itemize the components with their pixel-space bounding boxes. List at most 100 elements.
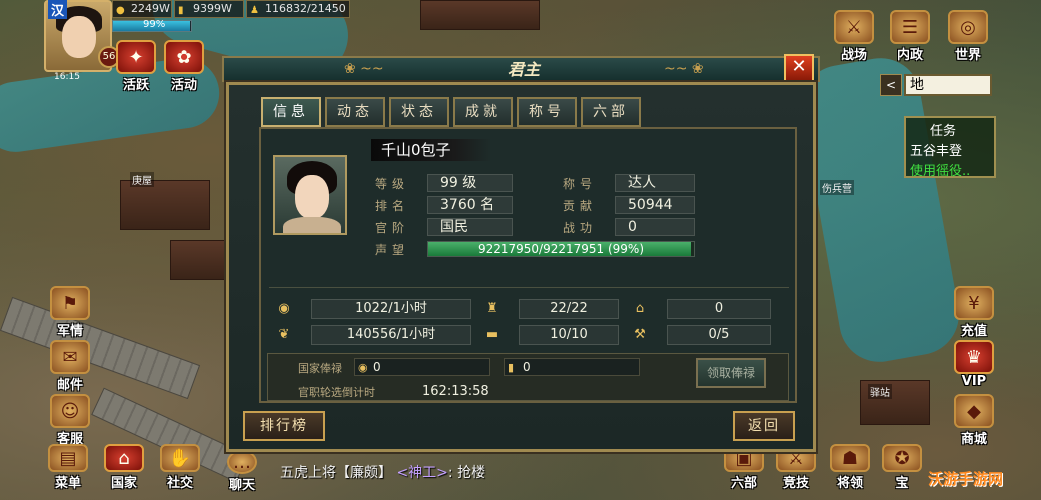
info-panel: 千山0包子 等级 99 级 排名 3760 名 官阶 国民 称号 达人 贡献 5… (259, 127, 797, 403)
grain-rate: 140556/1小时 (311, 325, 471, 345)
vip-button[interactable]: ♛ VIP (950, 340, 998, 389)
dialog-title: 君主 (507, 60, 540, 79)
tab-titles[interactable]: 称号 (517, 97, 577, 127)
tab-status[interactable]: 状态 (389, 97, 449, 127)
combat-value: 0 (615, 218, 695, 236)
scroll-count: 10/10 (519, 325, 619, 345)
collect-salary-button[interactable]: 领取俸禄 (696, 358, 766, 388)
lord-portrait (273, 155, 347, 235)
domestic-label: 内政 (896, 48, 923, 63)
scroll-icon: ▤ (48, 444, 88, 472)
customer-service-button[interactable]: ☺ 客服 (46, 394, 94, 447)
soldier-icon: ♜ (486, 301, 498, 316)
map-label[interactable]: 庚屋 (130, 172, 154, 187)
house-icon: ⌂ (635, 301, 645, 316)
location-input[interactable]: 地 (904, 74, 992, 96)
task-line: 五谷丰登 (910, 144, 963, 159)
battlefield-label: 战场 (840, 48, 867, 63)
cloud-ornament-icon: ~~ ❀ (664, 61, 704, 77)
domestic-button[interactable]: ☰ 内政 (886, 10, 934, 63)
chat-label: 聊天 (228, 478, 255, 493)
tab-achievements[interactable]: 成就 (453, 97, 513, 127)
arena-label: 竞技 (782, 476, 809, 491)
chat-ticker[interactable]: 五虎上将【廉颇】 <神工>: 抢楼 (280, 462, 485, 482)
activity-button[interactable]: ✦ 活跃 (112, 40, 160, 93)
title-label: 称号 (563, 177, 598, 191)
coin-icon: ◉ (358, 361, 368, 374)
contribution-label: 贡献 (563, 199, 598, 213)
soldier-icon: ♟ (250, 5, 259, 16)
building (170, 240, 230, 280)
copper-coin-icon: ◉ (278, 301, 290, 316)
copper-value: 2249W (131, 2, 170, 15)
speech-bubble-icon: … (227, 450, 257, 474)
chat-button[interactable]: … 聊天 (218, 450, 266, 493)
divider (269, 287, 789, 288)
mail-button[interactable]: ✉ 邮件 (46, 340, 94, 393)
swords-icon: ⚔ (834, 10, 874, 44)
building (420, 0, 540, 30)
tab-dynamics[interactable]: 动态 (325, 97, 385, 127)
six-ministries-label: 六部 (730, 476, 757, 491)
coin-icon: ● (116, 5, 125, 16)
scroll-icon: ▬ (485, 327, 499, 342)
salary-copper: ◉ 0 (354, 358, 490, 376)
level-value: 99 级 (427, 174, 513, 192)
military-intel-button[interactable]: ⚑ 军情 (46, 286, 94, 339)
globe-icon: ◎ (948, 10, 988, 44)
back-button[interactable]: 返回 (733, 411, 795, 441)
handshake-icon: ✋ (160, 444, 200, 472)
mail-icon: ✉ (50, 340, 90, 374)
chat-guild: <神工> (396, 465, 448, 481)
chat-message: : 抢楼 (447, 465, 486, 481)
tab-info[interactable]: 信息 (261, 97, 321, 127)
tab-six-ministries[interactable]: 六部 (581, 97, 641, 127)
scroll-icon: ☰ (890, 10, 930, 44)
activity-icon: ✦ (116, 40, 156, 74)
grain-resource: ▮ 9399W (174, 0, 244, 18)
office-label: 官阶 (375, 221, 410, 235)
title-value: 达人 (615, 174, 695, 192)
contribution-value: 50944 (615, 196, 695, 214)
portrait-robe (283, 217, 341, 233)
rank-value: 3760 名 (427, 196, 513, 214)
scroll-icon: ⚑ (50, 286, 90, 320)
nation-label: 国家 (110, 476, 137, 491)
tools-count: 0/5 (667, 325, 771, 345)
vip-icon: ♛ (954, 340, 994, 374)
copper-rate: 1022/1小时 (311, 299, 471, 319)
salary-box: 国家俸禄 ◉ 0 ▮ 0 领取俸禄 官职轮选倒计时 162:13:58 (267, 353, 789, 401)
leaderboard-button[interactable]: 排行榜 (243, 411, 325, 441)
task-line: 使用徭役.. (910, 164, 971, 179)
task-panel[interactable]: 任务 五谷丰登 使用徭役.. (904, 116, 996, 179)
menu-button[interactable]: ▤ 菜单 (44, 444, 92, 491)
map-label[interactable]: 伤兵营 (820, 180, 854, 195)
menu-label: 菜单 (54, 476, 81, 491)
treasure-button[interactable]: ✪ 宝 (878, 444, 926, 491)
combat-label: 战功 (563, 221, 598, 235)
general-portrait-icon: ☗ (830, 444, 870, 472)
social-button[interactable]: ✋ 社交 (156, 444, 204, 491)
event-button[interactable]: ✿ 活动 (160, 40, 208, 93)
grain-icon: ▮ (508, 361, 515, 374)
close-button[interactable]: ✕ (784, 54, 814, 82)
generals-button[interactable]: ☗ 将领 (826, 444, 874, 491)
lord-info-dialog: ❀ ~~ ~~ ❀ 君主 ✕ 信息 动态 状态 成就 称号 六部 千山0包子 等… (222, 54, 822, 454)
map-label[interactable]: 驿站 (868, 384, 892, 399)
office-value: 国民 (427, 218, 513, 236)
nation-button[interactable]: ⌂ 国家 (100, 444, 148, 491)
treasure-icon: ✪ (882, 444, 922, 472)
hp-bar: 99% (112, 19, 192, 32)
recharge-label: 充值 (960, 324, 987, 339)
shop-button[interactable]: ◆ 商城 (950, 394, 998, 447)
recharge-button[interactable]: ¥ 充值 (950, 286, 998, 339)
treasure-label: 宝 (895, 476, 909, 491)
battlefield-button[interactable]: ⚔ 战场 (830, 10, 878, 63)
player-name: 千山0包子 (371, 139, 491, 161)
prestige-label: 声望 (375, 243, 410, 257)
palace-icon: ⌂ (104, 444, 144, 472)
gold-coin-icon: ¥ (954, 286, 994, 320)
world-button[interactable]: ◎ 世界 (944, 10, 992, 63)
dialog-title-bar: ❀ ~~ ~~ ❀ 君主 (222, 56, 820, 82)
location-back-arrow[interactable]: < (880, 74, 902, 96)
